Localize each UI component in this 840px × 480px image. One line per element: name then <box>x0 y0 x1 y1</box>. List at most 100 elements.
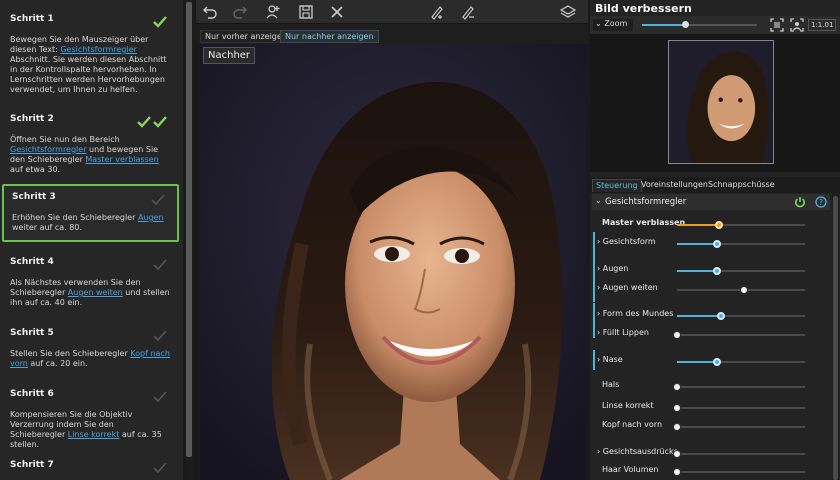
step-text: Als Nächstes verwenden Sie den Schiebere… <box>10 278 170 307</box>
controls-scrollbar[interactable] <box>832 194 839 480</box>
control-nase: › Nase <box>592 351 830 371</box>
zoom-slider-knob[interactable] <box>681 21 689 28</box>
add-person-button[interactable] <box>263 2 283 22</box>
step-text: Stellen Sie den Schieberegler Kopf nach … <box>10 349 170 368</box>
steps-scrollbar[interactable] <box>185 0 193 480</box>
zoom-dropdown[interactable]: ⌄ Zoom <box>593 19 633 31</box>
navigator-thumbnail[interactable] <box>668 40 774 164</box>
control-label[interactable]: › Nase <box>597 355 623 364</box>
zoom-row: ⌄ Zoom 1:1.01 <box>590 16 840 34</box>
section-header-face-shaper[interactable]: ⌄ Gesichtsformregler ? <box>592 194 830 210</box>
step-check <box>153 330 167 342</box>
tab-show-before[interactable]: Nur vorher anzeigen <box>200 30 292 43</box>
control-label[interactable]: › Gesichtsausdrücke <box>597 447 678 456</box>
slider-knob[interactable] <box>673 404 681 412</box>
tab-voreinstellungen[interactable]: Voreinstellungen <box>638 179 711 192</box>
scrollbar-thumb[interactable] <box>833 196 838 480</box>
control-label[interactable]: › Füllt Lippen <box>597 328 649 337</box>
toolbar <box>196 0 588 24</box>
slider-fill <box>677 361 717 363</box>
scrollbar-thumb[interactable] <box>186 2 192 457</box>
control-label: Master verblassen <box>602 218 686 227</box>
link-master-verblassen[interactable]: Master verblassen <box>85 155 158 164</box>
actual-size-button[interactable] <box>790 18 804 34</box>
pen-remove-icon <box>462 6 474 20</box>
tab-schnappschuesse[interactable]: Schnappschüsse <box>705 179 778 192</box>
layers-button[interactable] <box>558 2 578 22</box>
slider-linse-korrekt[interactable] <box>673 404 805 412</box>
slider-fill <box>677 224 720 226</box>
step-title: Schritt 1 <box>10 14 54 24</box>
checkmark-icon <box>153 330 167 342</box>
slider-knob[interactable] <box>673 468 681 476</box>
slider-fuellt-lippen[interactable] <box>673 331 805 339</box>
step-title: Schritt 7 <box>10 460 54 470</box>
slider-form-des-mundes[interactable] <box>677 312 805 320</box>
slider-kopf-nach-vorn[interactable] <box>673 423 805 431</box>
slider-knob[interactable] <box>673 450 681 458</box>
checkmark-icon <box>153 259 167 271</box>
slider-knob[interactable] <box>712 358 721 366</box>
close-icon <box>331 6 343 18</box>
slider-gesichtsausdruecke[interactable] <box>673 450 805 458</box>
panel-tabs: Steuerung Voreinstellungen Schnappschüss… <box>590 177 840 193</box>
link-gesichtsformregler[interactable]: Gesichtsformregler <box>60 45 136 54</box>
slider-knob[interactable] <box>715 221 724 229</box>
zoom-ratio: 1:1.01 <box>808 19 837 31</box>
panel-title: Bild verbessern <box>595 2 692 15</box>
control-label: Linse korrekt <box>602 401 654 410</box>
slider-knob[interactable] <box>712 267 721 275</box>
power-icon[interactable] <box>794 196 806 208</box>
slider-hals[interactable] <box>673 383 805 391</box>
undo-button[interactable] <box>200 2 220 22</box>
step-title: Schritt 3 <box>12 192 56 202</box>
checkmark-icon <box>153 16 167 28</box>
portrait-photo <box>200 44 586 480</box>
checkmark-icon <box>153 116 167 128</box>
link-linse-korrekt[interactable]: Linse korrekt <box>68 430 120 439</box>
slider-augen-weiten[interactable] <box>677 286 805 294</box>
step-3: Schritt 3 Erhöhen Sie den Schieberegler … <box>2 184 179 242</box>
control-label[interactable]: › Augen weiten <box>597 283 658 292</box>
step-check <box>153 462 167 474</box>
slider-augen[interactable] <box>677 267 805 275</box>
link-augen[interactable]: Augen <box>138 213 164 222</box>
control-label[interactable]: › Gesichtsform <box>597 237 656 246</box>
control-linse-korrekt: Linse korrekt <box>592 397 830 417</box>
tab-show-after[interactable]: Nur nachher anzeigen <box>280 30 379 43</box>
fit-button[interactable] <box>770 18 784 34</box>
slider-knob[interactable] <box>712 240 721 248</box>
control-label[interactable]: › Augen <box>597 264 628 273</box>
slider-knob[interactable] <box>673 383 681 391</box>
control-gesichtsform: › Gesichtsform <box>592 233 830 253</box>
after-badge: Nachher <box>203 47 256 64</box>
tab-steuerung[interactable]: Steuerung <box>592 179 642 192</box>
chevron-down-icon: ⌄ <box>595 19 602 28</box>
slider-nase[interactable] <box>677 358 805 366</box>
portrait-thumbnail <box>669 41 773 163</box>
link-gesichtsformregler[interactable]: Gesichtsformregler <box>10 145 86 154</box>
control-label: Haar Volumen <box>602 465 659 474</box>
slider-knob[interactable] <box>673 423 681 431</box>
link-augen-weiten[interactable]: Augen weiten <box>68 288 123 297</box>
slider-master-verblassen[interactable] <box>677 221 805 229</box>
slider-fill <box>677 289 744 291</box>
step-title: Schritt 4 <box>10 257 54 267</box>
slider-knob[interactable] <box>716 312 725 320</box>
slider-knob[interactable] <box>673 331 681 339</box>
control-label[interactable]: › Form des Mundes <box>597 309 673 318</box>
slider-gesichtsform[interactable] <box>677 240 805 248</box>
help-icon[interactable]: ? <box>815 196 827 208</box>
pen-add-button[interactable] <box>427 2 447 22</box>
layers-icon <box>560 5 576 18</box>
slider-haar-volumen[interactable] <box>673 468 805 476</box>
close-button[interactable] <box>327 2 347 22</box>
zoom-slider[interactable] <box>642 21 757 28</box>
pen-remove-button[interactable] <box>458 2 478 22</box>
photo-canvas[interactable]: Nachher <box>200 44 586 480</box>
slider-knob[interactable] <box>739 286 748 294</box>
redo-button[interactable] <box>230 2 250 22</box>
slider-fill <box>677 270 717 272</box>
control-gesichtsausdruecke: › Gesichtsausdrücke <box>592 443 830 463</box>
save-button[interactable] <box>296 2 316 22</box>
